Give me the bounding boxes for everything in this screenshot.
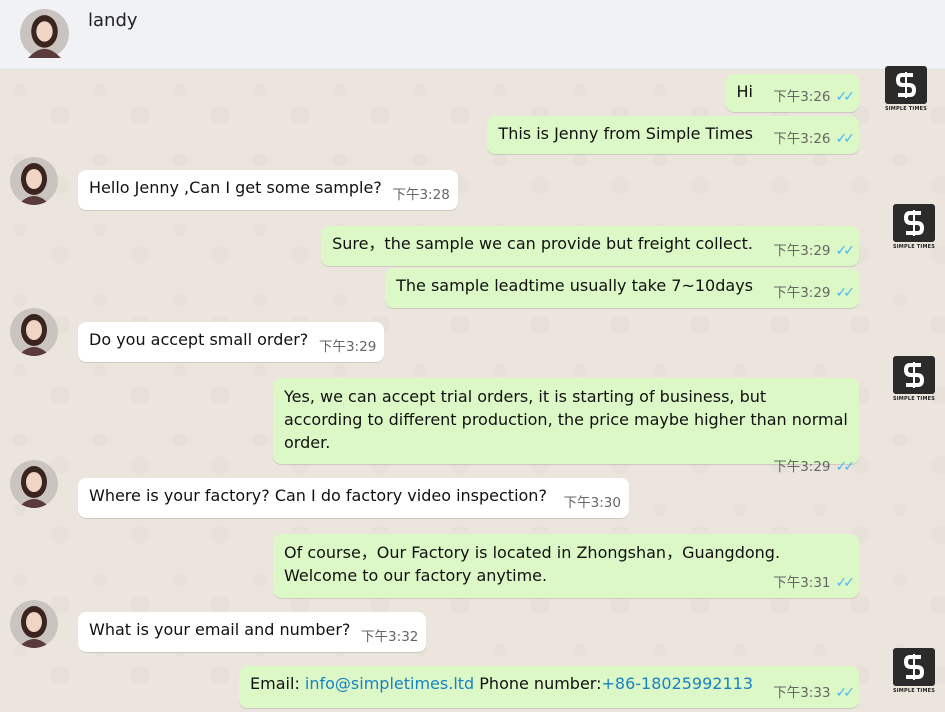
read-ticks-icon: ✓✓ bbox=[835, 575, 856, 591]
message-text: Where is your factory? Can I do factory … bbox=[89, 486, 547, 505]
message-time: 下午3:29 bbox=[773, 285, 831, 301]
phone-label: Phone number: bbox=[474, 674, 602, 693]
contact-avatar[interactable] bbox=[10, 600, 58, 648]
message-text: Sure，the sample we can provide but freig… bbox=[332, 234, 753, 253]
message-time: 下午3:29 bbox=[773, 459, 831, 475]
read-ticks-icon: ✓✓ bbox=[835, 685, 856, 701]
message-meta: 下午3:28 bbox=[392, 184, 449, 207]
message-meta: 下午3:29 ✓✓ bbox=[773, 282, 856, 305]
read-ticks-icon: ✓✓ bbox=[835, 243, 856, 259]
message-time: 下午3:26 bbox=[773, 89, 831, 105]
message-time: 下午3:30 bbox=[563, 495, 621, 511]
message-time: 下午3:31 bbox=[773, 575, 831, 591]
simple-times-logo: SIMPLE TIMES bbox=[892, 204, 936, 254]
message-text: Hello Jenny ,Can I get some sample? bbox=[89, 178, 382, 197]
message-meta: 下午3:31 ✓✓ bbox=[773, 572, 856, 595]
message-outgoing[interactable]: The sample leadtime usually take 7~10day… bbox=[385, 268, 859, 308]
message-text: This is Jenny from Simple Times bbox=[498, 124, 753, 143]
message-incoming[interactable]: Where is your factory? Can I do factory … bbox=[78, 478, 629, 518]
read-ticks-icon: ✓✓ bbox=[835, 459, 856, 475]
message-text: Of course，Our Factory is located in Zhon… bbox=[284, 543, 781, 585]
message-outgoing[interactable]: Hi 下午3:26 ✓✓ bbox=[725, 74, 859, 112]
read-ticks-icon: ✓✓ bbox=[835, 131, 856, 147]
message-text: Hi bbox=[736, 82, 753, 101]
message-incoming[interactable]: Hello Jenny ,Can I get some sample? 下午3:… bbox=[78, 170, 458, 210]
message-incoming[interactable]: Do you accept small order? 下午3:29 bbox=[78, 322, 385, 362]
read-ticks-icon: ✓✓ bbox=[835, 285, 856, 301]
contact-name[interactable]: landy bbox=[88, 10, 138, 31]
message-meta: 下午3:26 ✓✓ bbox=[773, 128, 856, 151]
message-outgoing[interactable]: Yes, we can accept trial orders, it is s… bbox=[273, 378, 859, 475]
message-time: 下午3:29 bbox=[318, 339, 377, 355]
message-meta: 下午3:26 ✓✓ bbox=[773, 86, 856, 109]
message-time: 下午3:26 bbox=[773, 131, 831, 147]
message-meta: 下午3:32 bbox=[361, 626, 418, 649]
simple-times-logo: SIMPLE TIMES bbox=[892, 648, 936, 698]
contact-avatar[interactable] bbox=[10, 157, 58, 205]
message-text: The sample leadtime usually take 7~10day… bbox=[396, 276, 753, 295]
contact-avatar[interactable] bbox=[20, 9, 69, 58]
message-meta: 下午3:30 bbox=[564, 492, 621, 515]
message-text: Do you accept small order? bbox=[89, 330, 309, 349]
message-text: What is your email and number? bbox=[89, 620, 351, 639]
message-meta: 下午3:33 ✓✓ bbox=[773, 682, 856, 705]
email-link[interactable]: info@simpletimes.ltd bbox=[305, 674, 474, 693]
message-meta: 下午3:29 ✓✓ bbox=[773, 240, 856, 263]
simple-times-logo: SIMPLE TIMES bbox=[884, 66, 928, 116]
message-time: 下午3:33 bbox=[773, 685, 831, 701]
message-outgoing[interactable]: This is Jenny from Simple Times 下午3:26 ✓✓ bbox=[487, 116, 859, 154]
message-text: Email: info@simpletimes.ltd Phone number… bbox=[250, 674, 753, 693]
message-text: Yes, we can accept trial orders, it is s… bbox=[284, 387, 848, 452]
read-ticks-icon: ✓✓ bbox=[835, 89, 856, 105]
chat-header: landy bbox=[0, 0, 945, 70]
contact-avatar[interactable] bbox=[10, 308, 58, 356]
message-meta: 下午3:29 ✓✓ bbox=[284, 456, 856, 479]
message-time: 下午3:29 bbox=[773, 243, 831, 259]
message-time: 下午3:28 bbox=[392, 187, 450, 203]
message-incoming[interactable]: What is your email and number? 下午3:32 bbox=[78, 612, 427, 652]
contact-avatar[interactable] bbox=[10, 460, 58, 508]
simple-times-logo: SIMPLE TIMES bbox=[892, 356, 936, 406]
message-outgoing[interactable]: Of course，Our Factory is located in Zhon… bbox=[273, 534, 859, 598]
message-meta: 下午3:29 bbox=[319, 336, 376, 359]
email-label: Email: bbox=[250, 674, 305, 693]
phone-link[interactable]: +86-18025992113 bbox=[601, 674, 753, 693]
message-outgoing[interactable]: Sure，the sample we can provide but freig… bbox=[321, 226, 859, 266]
message-time: 下午3:32 bbox=[361, 629, 419, 645]
message-outgoing[interactable]: Email: info@simpletimes.ltd Phone number… bbox=[239, 666, 859, 708]
